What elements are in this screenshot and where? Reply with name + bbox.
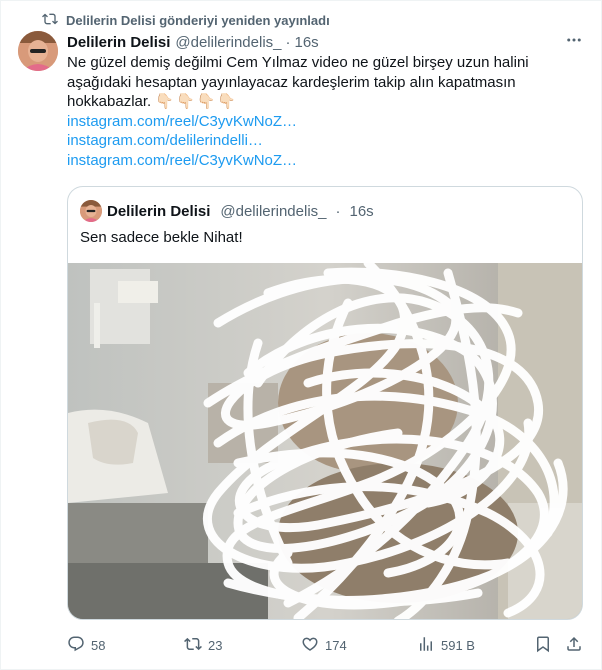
quote-media-image[interactable] xyxy=(68,263,582,619)
tweet-card[interactable]: Delilerin Delisi gönderiyi yeniden yayın… xyxy=(0,0,602,670)
repost-banner-text: Delilerin Delisi gönderiyi yeniden yayın… xyxy=(66,13,330,28)
share-icon xyxy=(565,635,583,656)
timestamp[interactable]: 16s xyxy=(295,34,319,51)
repost-action-icon xyxy=(184,635,202,656)
reply-button[interactable]: 58 xyxy=(67,631,105,659)
quote-separator-dot: · xyxy=(335,202,341,220)
tweet-text: Ne güzel demiş değilmi Cem Yılmaz video … xyxy=(67,54,529,110)
repost-banner[interactable]: Delilerin Delisi gönderiyi yeniden yayın… xyxy=(42,11,330,30)
reply-count: 58 xyxy=(91,637,106,653)
bookmark-button[interactable] xyxy=(534,631,552,659)
bookmark-icon xyxy=(534,635,552,656)
quote-timestamp: 16s xyxy=(349,202,374,220)
like-button[interactable]: 174 xyxy=(301,631,347,659)
avatar[interactable] xyxy=(18,31,58,71)
share-button[interactable] xyxy=(565,631,583,659)
like-count: 174 xyxy=(325,637,347,653)
more-icon xyxy=(565,31,583,53)
quote-header: Delilerin Delisi @delilerindelis_ · 16s xyxy=(80,199,374,223)
heart-icon xyxy=(301,635,319,656)
action-bar: 58 23 174 591 B xyxy=(67,631,585,659)
quote-avatar[interactable] xyxy=(80,200,102,222)
link-instagram-reel-1[interactable]: instagram.com/reel/C3yvKwNoZ… xyxy=(67,112,567,132)
quote-user-handle: @delilerindelis_ xyxy=(220,202,327,220)
repost-button[interactable]: 23 xyxy=(184,631,222,659)
quote-display-name: Delilerin Delisi xyxy=(107,202,211,220)
separator-dot: · xyxy=(285,33,291,51)
link-instagram-profile[interactable]: instagram.com/delilerindelli… xyxy=(67,131,567,151)
repost-icon xyxy=(42,11,58,30)
more-options-button[interactable] xyxy=(563,31,585,53)
views-count: 591 B xyxy=(441,637,475,653)
pointing-down-emojis: 👇🏻👇🏻👇🏻👇🏻 xyxy=(155,93,239,110)
tweet-body: Ne güzel demiş değilmi Cem Yılmaz video … xyxy=(67,53,567,170)
tweet-header: Delilerin Delisi @delilerindelis_ · 16s xyxy=(67,31,585,53)
display-name[interactable]: Delilerin Delisi xyxy=(67,34,170,51)
views-chart-icon xyxy=(417,635,435,656)
repost-count: 23 xyxy=(208,637,223,653)
quote-text: Sen sadece bekle Nihat! xyxy=(80,229,243,246)
link-instagram-reel-2[interactable]: instagram.com/reel/C3yvKwNoZ… xyxy=(67,151,567,171)
views-button[interactable]: 591 B xyxy=(417,631,475,659)
reply-icon xyxy=(67,635,85,656)
user-handle[interactable]: @delilerindelis_ xyxy=(175,34,281,51)
quoted-tweet[interactable]: Delilerin Delisi @delilerindelis_ · 16s … xyxy=(67,186,583,620)
